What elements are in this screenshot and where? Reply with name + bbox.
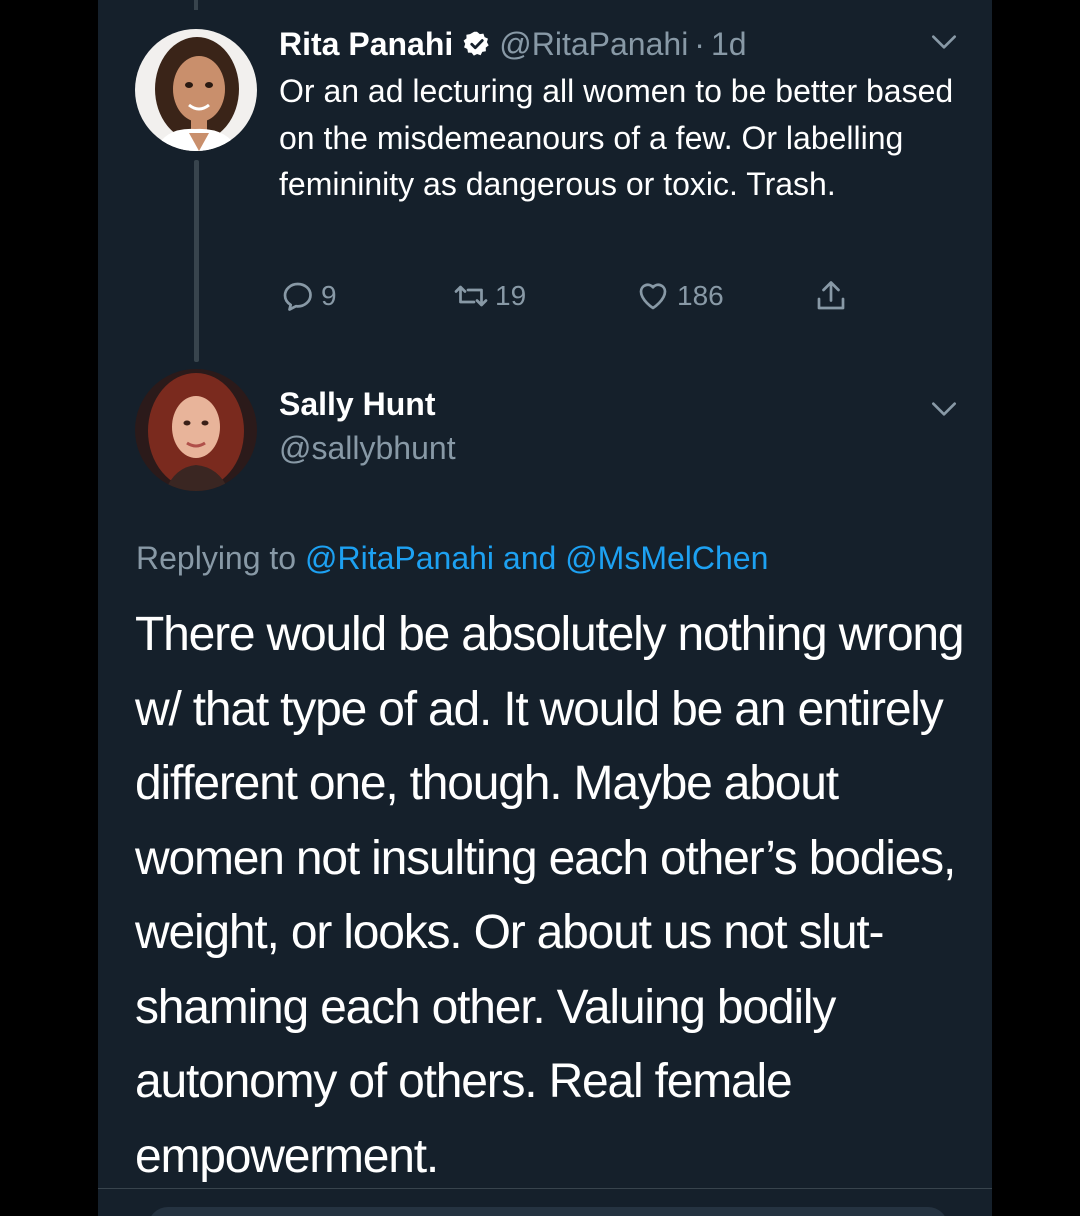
thread-connector-line: [194, 160, 199, 362]
user-handle[interactable]: @RitaPanahi: [499, 26, 688, 63]
tweet-thread-panel: Rita Panahi @RitaPanahi · 1d Or an ad le…: [98, 0, 992, 1216]
tweet2-text: There would be absolutely nothing wrong …: [135, 608, 965, 1183]
reply-count: 9: [321, 280, 337, 311]
thread-line-top: [194, 0, 198, 10]
tweet1-text: Or an ad lecturing all women to be bette…: [279, 73, 954, 202]
retweet-count: 19: [495, 280, 527, 311]
like-button[interactable]: 186: [635, 278, 724, 314]
retweet-button[interactable]: 19: [453, 278, 526, 314]
bottom-bar: [148, 1207, 948, 1216]
reply-icon: [283, 282, 312, 311]
reply-button[interactable]: 9: [279, 278, 337, 314]
share-icon: [817, 281, 845, 310]
chevron-down-icon[interactable]: [928, 393, 960, 425]
avatar-sally-hunt[interactable]: [135, 369, 257, 491]
replying-to-label: Replying to: [136, 540, 297, 576]
chevron-down-icon[interactable]: [928, 26, 960, 58]
mention-link[interactable]: @MsMelChen: [565, 540, 768, 576]
timestamp[interactable]: 1d: [711, 26, 747, 63]
avatar-rita-panahi[interactable]: [135, 29, 257, 151]
like-count: 186: [677, 280, 724, 311]
display-name[interactable]: Sally Hunt: [279, 386, 435, 423]
like-icon: [639, 283, 667, 310]
avatar-image: [135, 29, 257, 151]
user-handle[interactable]: @sallybhunt: [279, 430, 456, 467]
replying-to-line: Replying to @RitaPanahi and @MsMelChen: [136, 540, 768, 577]
mention-link[interactable]: @RitaPanahi: [305, 540, 494, 576]
divider: [98, 1188, 992, 1189]
verified-badge-icon: [463, 31, 489, 56]
tweet1-header: Rita Panahi @RitaPanahi · 1d: [279, 24, 747, 64]
retweet-icon: [454, 285, 488, 307]
display-name[interactable]: Rita Panahi: [279, 26, 453, 63]
replying-and-text: and: [502, 540, 557, 576]
avatar-image: [135, 369, 257, 491]
separator-dot: ·: [694, 25, 705, 62]
share-button[interactable]: [813, 278, 855, 314]
